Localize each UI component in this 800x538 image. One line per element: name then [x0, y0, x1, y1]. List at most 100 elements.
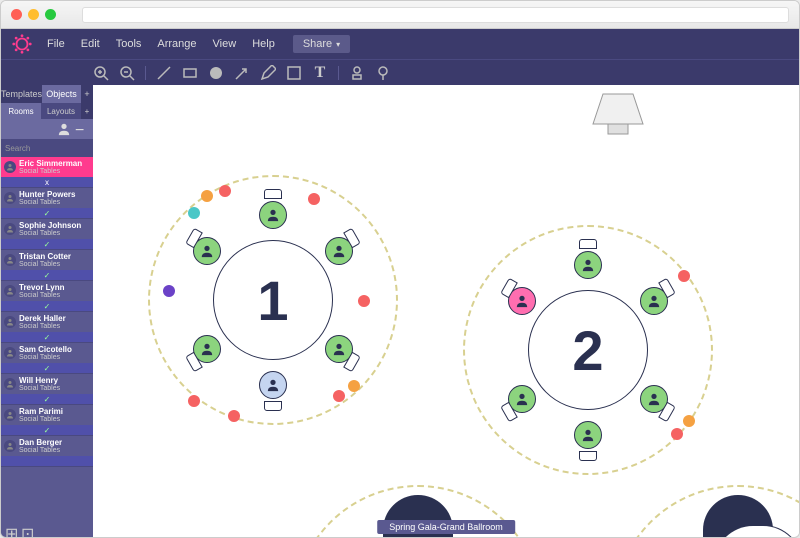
- guest-status-bar[interactable]: ✓: [1, 208, 93, 218]
- tab-objects[interactable]: Objects: [42, 85, 81, 103]
- subtab-layouts[interactable]: Layouts: [41, 103, 81, 119]
- guest-org: Social Tables: [19, 199, 90, 206]
- marker-dot[interactable]: [678, 270, 690, 282]
- text-tool-icon[interactable]: T: [312, 65, 328, 81]
- collapse-icon[interactable]: −: [75, 122, 89, 136]
- guest-status-bar[interactable]: ✓: [1, 425, 93, 435]
- guest-list[interactable]: Eric SimmermanSocial TablesxHunter Power…: [1, 157, 93, 521]
- guest-item[interactable]: Sam CicotelloSocial Tables✓: [1, 343, 93, 374]
- people-filter-icon[interactable]: [57, 122, 71, 136]
- marker-dot[interactable]: [358, 295, 370, 307]
- seat[interactable]: [259, 201, 287, 229]
- status-mark-icon: ✓: [44, 240, 51, 249]
- marker-dot[interactable]: [201, 190, 213, 202]
- search-row: [1, 139, 93, 157]
- top-menu-bar: File Edit Tools Arrange View Help Share …: [1, 29, 799, 59]
- circle-tool-icon[interactable]: [208, 65, 224, 81]
- table-1[interactable]: 1: [213, 240, 333, 360]
- pin-tool-icon[interactable]: [375, 65, 391, 81]
- marker-dot[interactable]: [671, 428, 683, 440]
- guest-item[interactable]: Trevor LynnSocial Tables✓: [1, 281, 93, 312]
- guest-org: Social Tables: [19, 385, 90, 392]
- menu-edit[interactable]: Edit: [81, 38, 100, 50]
- chair[interactable]: [264, 401, 282, 411]
- strip-icon-2[interactable]: ⊡: [21, 524, 31, 534]
- projector-object[interactable]: [583, 89, 653, 139]
- minimize-dot[interactable]: [28, 9, 39, 20]
- event-label[interactable]: Spring Gala-Grand Ballroom: [377, 520, 515, 534]
- menu-tools[interactable]: Tools: [116, 38, 142, 50]
- chair[interactable]: [579, 239, 597, 249]
- marker-dot[interactable]: [308, 193, 320, 205]
- marker-dot[interactable]: [228, 410, 240, 422]
- guest-item[interactable]: Ram ParimiSocial Tables✓: [1, 405, 93, 436]
- seat[interactable]: [574, 421, 602, 449]
- url-bar[interactable]: [82, 7, 789, 23]
- zoom-out-icon[interactable]: [119, 65, 135, 81]
- tab-add[interactable]: +: [81, 85, 93, 103]
- marker-dot[interactable]: [188, 395, 200, 407]
- table-2[interactable]: 2: [528, 290, 648, 410]
- status-mark-icon: ✓: [44, 426, 51, 435]
- guest-status-bar[interactable]: [1, 456, 93, 466]
- guest-item[interactable]: Eric SimmermanSocial Tablesx: [1, 157, 93, 188]
- seat[interactable]: [574, 251, 602, 279]
- menu-file[interactable]: File: [47, 38, 65, 50]
- status-mark-icon: ✓: [44, 302, 51, 311]
- subtab-add[interactable]: +: [81, 103, 93, 119]
- guest-status-bar[interactable]: ✓: [1, 270, 93, 280]
- toolbar-separator: [338, 66, 339, 80]
- guest-status-bar[interactable]: x: [1, 177, 93, 187]
- stamp-tool-icon[interactable]: [349, 65, 365, 81]
- pencil-tool-icon[interactable]: [260, 65, 276, 81]
- marker-dot[interactable]: [163, 285, 175, 297]
- rect-tool-icon[interactable]: [182, 65, 198, 81]
- guest-item[interactable]: Derek HallerSocial Tables✓: [1, 312, 93, 343]
- search-input[interactable]: [5, 144, 93, 153]
- share-button[interactable]: Share ▾: [293, 35, 350, 53]
- avatar-icon: [4, 192, 16, 204]
- line-tool-icon[interactable]: [156, 65, 172, 81]
- menu-view[interactable]: View: [213, 38, 237, 50]
- strip-icon-1[interactable]: ⊞: [5, 524, 15, 534]
- guest-org: Social Tables: [19, 261, 90, 268]
- seat[interactable]: [259, 371, 287, 399]
- menu-help[interactable]: Help: [252, 38, 275, 50]
- guest-status-bar[interactable]: ✓: [1, 394, 93, 404]
- chair[interactable]: [264, 189, 282, 199]
- marker-dot[interactable]: [219, 185, 231, 197]
- chevron-down-icon: ▾: [336, 40, 340, 49]
- app-logo[interactable]: [9, 31, 35, 57]
- guest-item[interactable]: Hunter PowersSocial Tables✓: [1, 188, 93, 219]
- marker-dot[interactable]: [683, 415, 695, 427]
- guest-org: Social Tables: [19, 168, 90, 175]
- subtab-rooms[interactable]: Rooms: [1, 103, 41, 119]
- marker-dot[interactable]: [188, 207, 200, 219]
- avatar-icon: [4, 254, 16, 266]
- close-dot[interactable]: [11, 9, 22, 20]
- guest-status-bar[interactable]: ✓: [1, 239, 93, 249]
- guest-status-bar[interactable]: ✓: [1, 332, 93, 342]
- guest-item[interactable]: Dan BergerSocial Tables: [1, 436, 93, 467]
- avatar-icon: [4, 378, 16, 390]
- status-mark-icon: ✓: [44, 364, 51, 373]
- arrow-tool-icon[interactable]: [234, 65, 250, 81]
- floorplan-canvas[interactable]: 1: [93, 85, 799, 537]
- guest-status-bar[interactable]: ✓: [1, 301, 93, 311]
- status-mark-icon: x: [45, 178, 49, 187]
- marker-dot[interactable]: [333, 390, 345, 402]
- zoom-in-icon[interactable]: [93, 65, 109, 81]
- avatar-icon: [4, 285, 16, 297]
- maximize-dot[interactable]: [45, 9, 56, 20]
- guest-item[interactable]: Will HenrySocial Tables ✓: [1, 374, 93, 405]
- guest-status-bar[interactable]: ✓: [1, 363, 93, 373]
- shape-tool-icon[interactable]: [286, 65, 302, 81]
- guest-item[interactable]: Sophie JohnsonSocial Tables✓: [1, 219, 93, 250]
- chair[interactable]: [579, 451, 597, 461]
- marker-dot[interactable]: [348, 380, 360, 392]
- guest-name: Will Henry: [19, 376, 90, 385]
- tab-templates[interactable]: Templates: [1, 85, 42, 103]
- menu-arrange[interactable]: Arrange: [157, 38, 196, 50]
- guest-item[interactable]: Tristan CotterSocial Tables✓: [1, 250, 93, 281]
- guest-name: Sophie Johnson: [19, 221, 90, 230]
